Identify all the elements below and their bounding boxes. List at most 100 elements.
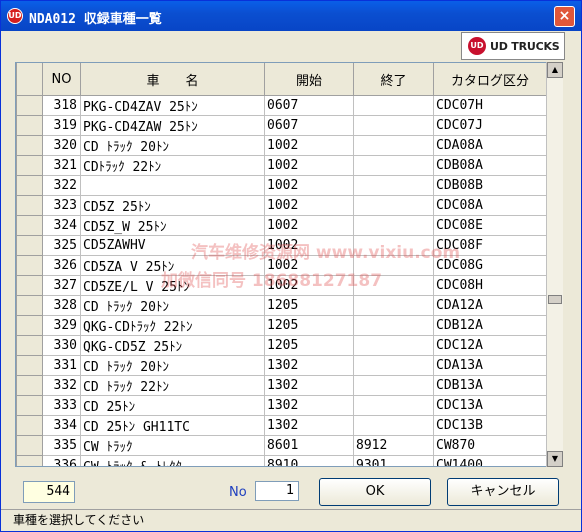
cell-catalog[interactable]: CDB12A	[433, 315, 547, 336]
row-selector[interactable]	[16, 395, 43, 416]
row-selector[interactable]	[16, 255, 43, 276]
cell-end[interactable]	[353, 155, 434, 176]
header-name[interactable]: 車 名	[80, 63, 265, 96]
table-row[interactable]: 336CW ﾄﾗｯｸ & ﾄﾚｸﾀ89109301CW1400	[16, 455, 547, 466]
cell-name[interactable]: CW ﾄﾗｯｸ	[80, 435, 265, 456]
row-selector[interactable]	[16, 235, 43, 256]
ok-button[interactable]: OK	[319, 478, 431, 506]
table-row[interactable]: 319 PKG-CD4ZAW 25ﾄﾝ 0607 CDC07J	[16, 115, 547, 136]
cell-no[interactable]: 327	[42, 275, 81, 296]
cell-catalog[interactable]: CDC13A	[433, 395, 547, 416]
cell-end[interactable]	[353, 315, 434, 336]
cell-end[interactable]	[353, 95, 434, 116]
cell-start[interactable]: 8910	[264, 455, 354, 466]
table-row[interactable]: 321 CDﾄﾗｯｸ 22ﾄﾝ 1002 CDB08A	[16, 155, 547, 176]
cell-end[interactable]	[353, 355, 434, 376]
cell-start[interactable]: 1002	[264, 195, 354, 216]
cell-name[interactable]: CD 25ﾄﾝ	[80, 395, 265, 416]
cell-start[interactable]: 8601	[264, 435, 354, 456]
cell-start[interactable]: 1302	[264, 375, 354, 396]
table-row[interactable]: 327 CD5ZE/L V 25ﾄﾝ 1002 CDC08H	[16, 275, 547, 296]
cell-start[interactable]: 1002	[264, 175, 354, 196]
row-selector[interactable]	[16, 175, 43, 196]
cell-no[interactable]: 320	[42, 135, 81, 156]
table-row[interactable]: 333 CD 25ﾄﾝ 1302 CDC13A	[16, 395, 547, 416]
scroll-thumb[interactable]	[548, 295, 562, 304]
cell-name[interactable]	[80, 175, 265, 196]
row-selector[interactable]	[16, 275, 43, 296]
cell-end[interactable]	[353, 295, 434, 316]
table-row[interactable]: 322 1002 CDB08B	[16, 175, 547, 196]
cell-catalog[interactable]: CDC07J	[433, 115, 547, 136]
cell-end[interactable]	[353, 195, 434, 216]
header-no[interactable]: NO	[42, 63, 81, 96]
cell-catalog[interactable]: CDC08A	[433, 195, 547, 216]
cell-catalog[interactable]: CDB08A	[433, 155, 547, 176]
table-row[interactable]: 325 CD5ZAWHV 1002 CDC08F	[16, 235, 547, 256]
cell-end[interactable]	[353, 135, 434, 156]
cell-no[interactable]: 326	[42, 255, 81, 276]
row-selector[interactable]	[16, 95, 43, 116]
cell-no[interactable]: 329	[42, 315, 81, 336]
scroll-down-arrow-icon[interactable]: ▼	[547, 451, 563, 467]
row-selector[interactable]	[16, 295, 43, 316]
row-selector[interactable]	[16, 155, 43, 176]
cell-catalog[interactable]: CDC12A	[433, 335, 547, 356]
cell-name[interactable]: CD5Z_W 25ﾄﾝ	[80, 215, 265, 236]
vertical-scrollbar[interactable]: ▲ ▼	[546, 62, 563, 467]
scroll-up-arrow-icon[interactable]: ▲	[547, 62, 563, 78]
cell-no[interactable]: 318	[42, 95, 81, 116]
cell-end[interactable]	[353, 235, 434, 256]
table-row[interactable]: 323 CD5Z 25ﾄﾝ 1002 CDC08A	[16, 195, 547, 216]
cell-end[interactable]	[353, 255, 434, 276]
cell-no[interactable]: 331	[42, 355, 81, 376]
cell-name[interactable]: CW ﾄﾗｯｸ & ﾄﾚｸﾀ	[80, 455, 265, 466]
cell-no[interactable]: 323	[42, 195, 81, 216]
cell-catalog[interactable]: CDC08G	[433, 255, 547, 276]
cell-name[interactable]: QKG-CD5Z 25ﾄﾝ	[80, 335, 265, 356]
row-selector[interactable]	[16, 375, 43, 396]
row-selector[interactable]	[16, 455, 43, 466]
cell-start[interactable]: 1302	[264, 355, 354, 376]
cell-end[interactable]: 8912	[353, 435, 434, 456]
cell-catalog[interactable]: CDC08E	[433, 215, 547, 236]
cell-no[interactable]: 332	[42, 375, 81, 396]
cell-name[interactable]: CD5Z 25ﾄﾝ	[80, 195, 265, 216]
cell-no[interactable]: 321	[42, 155, 81, 176]
cell-start[interactable]: 1002	[264, 155, 354, 176]
cell-no[interactable]: 319	[42, 115, 81, 136]
table-row[interactable]: 328 CD ﾄﾗｯｸ 20ﾄﾝ 1205 CDA12A	[16, 295, 547, 316]
cell-name[interactable]: PKG-CD4ZAW 25ﾄﾝ	[80, 115, 265, 136]
header-start[interactable]: 開始	[264, 63, 354, 96]
row-selector[interactable]	[16, 355, 43, 376]
cell-catalog[interactable]: CDC13B	[433, 415, 547, 436]
row-selector[interactable]	[16, 215, 43, 236]
header-catalog[interactable]: カタログ区分	[433, 63, 547, 96]
cell-end[interactable]	[353, 415, 434, 436]
no-input[interactable]: 1	[255, 481, 299, 501]
cancel-button[interactable]: キャンセル	[447, 478, 559, 506]
cell-start[interactable]: 1205	[264, 335, 354, 356]
table-row[interactable]: 320 CD ﾄﾗｯｸ 20ﾄﾝ 1002 CDA08A	[16, 135, 547, 156]
cell-start[interactable]: 0607	[264, 115, 354, 136]
cell-catalog[interactable]: CDC08F	[433, 235, 547, 256]
cell-catalog[interactable]: CDB13A	[433, 375, 547, 396]
row-selector[interactable]	[16, 435, 43, 456]
header-end[interactable]: 終了	[353, 63, 434, 96]
cell-end[interactable]	[353, 335, 434, 356]
row-selector[interactable]	[16, 195, 43, 216]
cell-name[interactable]: CD ﾄﾗｯｸ 22ﾄﾝ	[80, 375, 265, 396]
cell-catalog[interactable]: CW1400	[433, 455, 547, 466]
cell-catalog[interactable]: CDB08B	[433, 175, 547, 196]
cell-start[interactable]: 1205	[264, 295, 354, 316]
row-selector[interactable]	[16, 415, 43, 436]
cell-name[interactable]: CD5ZA V 25ﾄﾝ	[80, 255, 265, 276]
table-row[interactable]: 332 CD ﾄﾗｯｸ 22ﾄﾝ 1302 CDB13A	[16, 375, 547, 396]
close-button[interactable]: ×	[554, 6, 575, 27]
cell-catalog[interactable]: CDC08H	[433, 275, 547, 296]
cell-end[interactable]	[353, 115, 434, 136]
cell-catalog[interactable]: CDA12A	[433, 295, 547, 316]
cell-no[interactable]: 325	[42, 235, 81, 256]
cell-name[interactable]: CD ﾄﾗｯｸ 20ﾄﾝ	[80, 355, 265, 376]
title-bar[interactable]: UD NDA012 収録車種一覧 ×	[1, 1, 581, 31]
